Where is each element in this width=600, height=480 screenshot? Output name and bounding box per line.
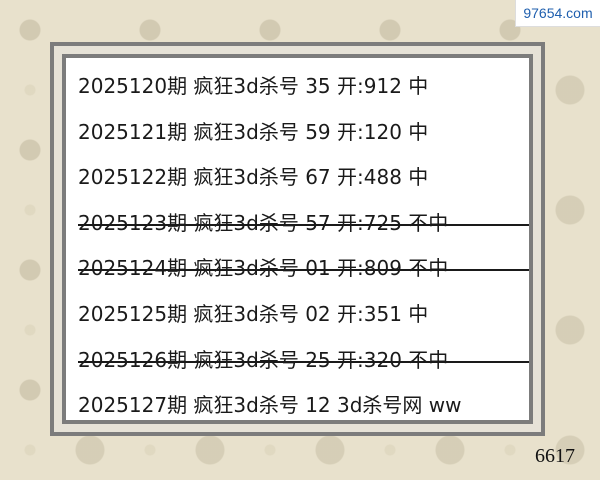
row-text: 2025122期 疯狂3d杀号 67 开:488 中	[78, 165, 429, 190]
strike-line	[78, 269, 529, 272]
prediction-row: 2025120期 疯狂3d杀号 35 开:912 中	[78, 64, 529, 110]
row-text: 2025126期 疯狂3d杀号 25 开:320 不中	[78, 347, 449, 372]
row-text: 2025127期 疯狂3d杀号 12 3d杀号网 ww	[78, 393, 462, 418]
row-text: 2025120期 疯狂3d杀号 35 开:912 中	[78, 74, 429, 98]
prediction-row: 2025126期 疯狂3d杀号 25 开:320 不中	[78, 338, 529, 384]
results-panel: 2025120期 疯狂3d杀号 35 开:912 中 2025121期 疯狂3d…	[62, 54, 533, 424]
watermark-logo: 97654.com	[515, 0, 600, 27]
image-code: 6617	[535, 445, 575, 467]
strike-line	[78, 360, 529, 363]
prediction-row: 2025125期 疯狂3d杀号 02 开:351 中	[78, 292, 529, 338]
row-text: 2025121期 疯狂3d杀号 59 开:120 中	[78, 119, 429, 144]
prediction-list: 2025120期 疯狂3d杀号 35 开:912 中 2025121期 疯狂3d…	[66, 58, 529, 420]
row-text: 2025124期 疯狂3d杀号 01 开:809 不中	[78, 256, 449, 281]
prediction-row: 2025123期 疯狂3d杀号 57 开:725 不中	[78, 201, 529, 247]
prediction-row: 2025121期 疯狂3d杀号 59 开:120 中	[78, 110, 529, 156]
row-text: 2025123期 疯狂3d杀号 57 开:725 不中	[78, 210, 449, 235]
prediction-row: 2025124期 疯狂3d杀号 01 开:809 不中	[78, 246, 529, 292]
row-text: 2025125期 疯狂3d杀号 02 开:351 中	[78, 301, 429, 326]
prediction-row: 2025122期 疯狂3d杀号 67 开:488 中	[78, 155, 529, 201]
prediction-row: 2025127期 疯狂3d杀号 12 3d杀号网 ww	[78, 383, 529, 420]
results-frame: 2025120期 疯狂3d杀号 35 开:912 中 2025121期 疯狂3d…	[50, 42, 545, 436]
strike-line	[78, 223, 529, 226]
